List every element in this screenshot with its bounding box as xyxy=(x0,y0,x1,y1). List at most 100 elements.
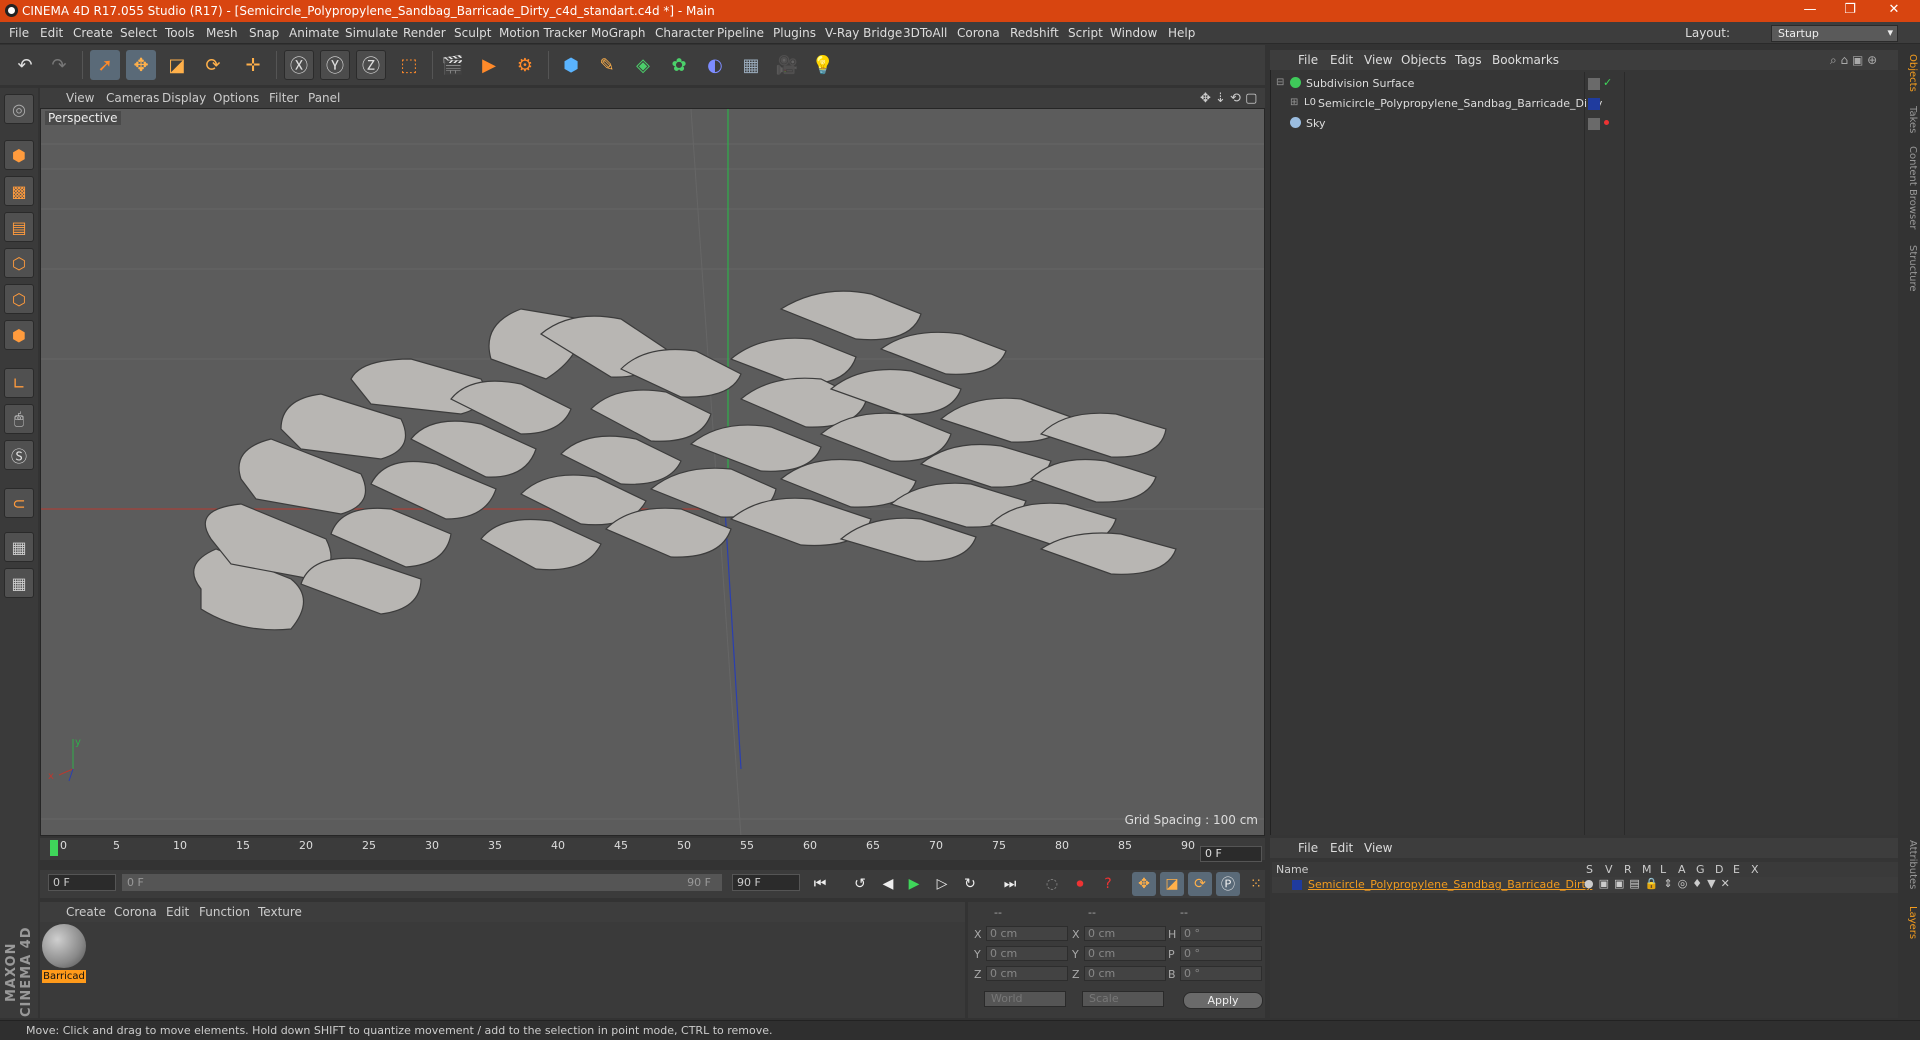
layer-menu-edit[interactable]: Edit xyxy=(1330,841,1353,855)
auto-keying-icon[interactable]: ⏺ xyxy=(1068,872,1092,896)
menu-file[interactable]: File xyxy=(9,26,29,40)
material-menu-function[interactable]: Function xyxy=(199,905,250,919)
layer-col-locked[interactable]: L xyxy=(1660,863,1666,876)
object-row[interactable]: ⊟ Subdivision Surface xyxy=(1272,75,1580,93)
layer-col-manager[interactable]: M xyxy=(1642,863,1652,876)
layer-row[interactable]: Semicircle_Polypropylene_Sandbag_Barrica… xyxy=(1272,877,1898,893)
layer-name[interactable]: Semicircle_Polypropylene_Sandbag_Barrica… xyxy=(1308,878,1592,891)
workplane-mode-icon[interactable]: ▤ xyxy=(4,212,34,242)
menu-render[interactable]: Render xyxy=(403,26,446,40)
object-row[interactable]: Sky xyxy=(1272,115,1580,133)
obj-menu-view[interactable]: View xyxy=(1364,53,1392,67)
polygons-mode-icon[interactable]: ⬢ xyxy=(4,320,34,350)
subdivision-surface-icon[interactable]: ◈ xyxy=(628,50,658,80)
size-z-field[interactable]: 0 cm xyxy=(1084,966,1166,981)
timeline-ruler[interactable]: 0 5 10 15 20 25 30 35 40 45 50 55 60 65 … xyxy=(40,838,1265,860)
material-menu-corona[interactable]: Corona xyxy=(114,905,157,919)
edges-mode-icon[interactable]: ⬡ xyxy=(4,284,34,314)
range-start-field[interactable]: 0 F xyxy=(122,874,232,891)
range-end-field[interactable]: 90 F xyxy=(640,874,720,891)
scale-tool-icon[interactable]: ◪ xyxy=(162,50,192,80)
size-x-field[interactable]: 0 cm xyxy=(1084,926,1166,941)
start-frame-field[interactable]: 0 F xyxy=(48,874,116,891)
viewport-menu-cameras[interactable]: Cameras xyxy=(106,91,159,105)
tab-content-browser[interactable]: Content Browser xyxy=(1902,146,1918,229)
obj-menu-edit[interactable]: Edit xyxy=(1330,53,1353,67)
obj-menu-tags[interactable]: Tags xyxy=(1455,53,1482,67)
menu-pipeline[interactable]: Pipeline xyxy=(717,26,764,40)
viewport-menu-display[interactable]: Display xyxy=(162,91,206,105)
make-editable-icon[interactable]: ◎ xyxy=(4,94,34,124)
layer-col-render[interactable]: R xyxy=(1624,863,1632,876)
close-button[interactable]: ✕ xyxy=(1874,2,1914,20)
go-to-start-icon[interactable]: ⏮ xyxy=(808,872,832,896)
object-name[interactable]: Subdivision Surface xyxy=(1306,77,1414,90)
tab-objects[interactable]: Objects xyxy=(1902,54,1918,92)
rotate-tool-icon[interactable]: ⟳ xyxy=(198,50,228,80)
menu-tools[interactable]: Tools xyxy=(165,26,195,40)
tab-layers[interactable]: Layers xyxy=(1902,906,1918,939)
camera-icon[interactable]: 🎥 xyxy=(772,50,802,80)
rotation-b-field[interactable]: 0 ° xyxy=(1180,966,1262,981)
layer-menu-view[interactable]: View xyxy=(1364,841,1392,855)
key-position-icon[interactable]: ✥ xyxy=(1132,872,1156,896)
minimize-button[interactable]: — xyxy=(1790,2,1830,20)
magnet-icon[interactable]: ⊂ xyxy=(4,488,34,518)
render-view-icon[interactable]: 🎬 xyxy=(438,50,468,80)
play-icon[interactable]: ▶ xyxy=(902,872,926,896)
material-preview-icon[interactable] xyxy=(42,924,86,968)
layer-col-animation[interactable]: A xyxy=(1678,863,1686,876)
menu-motion-tracker[interactable]: Motion Tracker xyxy=(499,26,587,40)
menu-mesh[interactable]: Mesh xyxy=(206,26,238,40)
menu-snap[interactable]: Snap xyxy=(249,26,279,40)
rotation-p-field[interactable]: 0 ° xyxy=(1180,946,1262,961)
menu-plugins[interactable]: Plugins xyxy=(773,26,816,40)
menu-vray-bridge[interactable]: V-Ray Bridge xyxy=(825,26,902,40)
deformer-icon[interactable]: ◐ xyxy=(700,50,730,80)
next-frame-icon[interactable]: ▷ xyxy=(930,872,954,896)
viewport-menu-options[interactable]: Options xyxy=(213,91,259,105)
x-axis-lock-icon[interactable]: Ⓧ xyxy=(284,50,314,80)
tweak-mode-icon[interactable]: 🖱 xyxy=(4,404,34,434)
live-selection-icon[interactable]: ✛ xyxy=(238,50,268,80)
viewport-menu-filter[interactable]: Filter xyxy=(269,91,299,105)
obj-search-home-icon[interactable]: ⌕ ⌂ ▣ ⊕ xyxy=(1830,53,1877,68)
object-name[interactable]: Semicircle_Polypropylene_Sandbag_Barrica… xyxy=(1318,97,1602,110)
select-tool-icon[interactable]: ➚ xyxy=(90,50,120,80)
position-x-field[interactable]: 0 cm xyxy=(986,926,1068,941)
enabled-check-icon[interactable]: ✓ xyxy=(1603,76,1612,89)
coordinate-system-icon[interactable]: ⬚ xyxy=(394,50,424,80)
planar-workplane-icon[interactable]: ▦ xyxy=(4,568,34,598)
menu-character[interactable]: Character xyxy=(655,26,714,40)
menu-script[interactable]: Script xyxy=(1068,26,1103,40)
tab-structure[interactable]: Structure xyxy=(1902,245,1918,292)
render-to-picture-viewer-icon[interactable]: ▶ xyxy=(474,50,504,80)
menu-simulate[interactable]: Simulate xyxy=(345,26,398,40)
key-point-level-icon[interactable]: ⁙ xyxy=(1244,872,1268,896)
menu-corona[interactable]: Corona xyxy=(957,26,1000,40)
layer-col-deformers[interactable]: D xyxy=(1715,863,1723,876)
lock-workplane-icon[interactable]: ▦ xyxy=(4,532,34,562)
menu-edit[interactable]: Edit xyxy=(40,26,63,40)
layer-color-icon[interactable] xyxy=(1588,98,1600,110)
object-name[interactable]: Sky xyxy=(1306,117,1325,130)
viewport-perspective[interactable]: y x Perspective Grid Spacing : 100 cm xyxy=(40,108,1265,836)
menu-3dtoall[interactable]: 3DToAll xyxy=(903,26,947,40)
layout-dropdown[interactable]: Startup xyxy=(1771,25,1898,42)
move-tool-icon[interactable]: ✥ xyxy=(126,50,156,80)
material-name-label[interactable]: Barricad xyxy=(42,970,86,983)
material-menu-create[interactable]: Create xyxy=(66,905,106,919)
previous-frame-icon[interactable]: ◀ xyxy=(876,872,900,896)
next-key-icon[interactable]: ↻ xyxy=(958,872,982,896)
viewport-menu-panel[interactable]: Panel xyxy=(308,91,340,105)
position-z-field[interactable]: 0 cm xyxy=(986,966,1068,981)
spline-pen-icon[interactable]: ✎ xyxy=(592,50,622,80)
menu-redshift[interactable]: Redshift xyxy=(1010,26,1059,40)
rotation-h-field[interactable]: 0 ° xyxy=(1180,926,1262,941)
layer-col-expressions[interactable]: E xyxy=(1733,863,1740,876)
visibility-dot-icon[interactable] xyxy=(1604,120,1609,125)
coordinate-mode-dropdown[interactable]: World xyxy=(984,991,1066,1007)
expand-icon[interactable]: ⊞ xyxy=(1290,97,1298,108)
light-icon[interactable]: 💡 xyxy=(808,50,838,80)
cube-object-icon[interactable]: ⬢ xyxy=(556,50,586,80)
